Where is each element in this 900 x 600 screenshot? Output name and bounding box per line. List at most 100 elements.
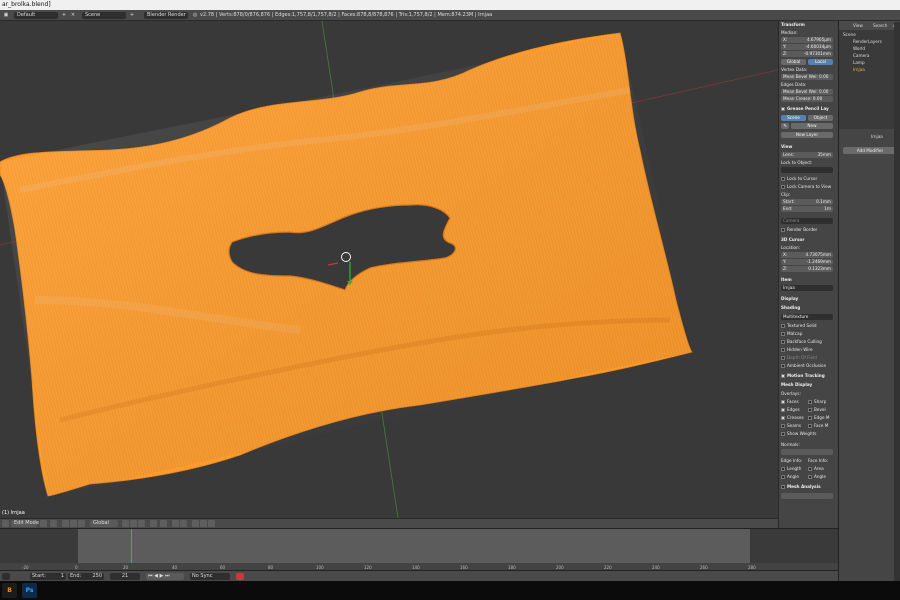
manipulator-toggle-icon[interactable]	[62, 520, 69, 527]
editor-type-icon[interactable]	[2, 520, 9, 527]
outliner-item-scene[interactable]: Scene	[843, 32, 856, 38]
mesh-analysis-type[interactable]	[781, 493, 833, 499]
add-scene-icon[interactable]: +	[128, 12, 136, 19]
start-frame-field[interactable]: Start: 1	[30, 573, 66, 580]
close-screen-icon[interactable]: ×	[69, 12, 77, 19]
sharp-checkbox[interactable]: Sharp	[808, 399, 833, 405]
median-z-field[interactable]: Z: -0.97301mm	[781, 51, 833, 57]
display-header[interactable]: Display	[781, 296, 833, 302]
face-m-checkbox[interactable]: Face M	[808, 423, 833, 429]
transform-header[interactable]: Transform	[781, 22, 833, 28]
opengl-render-icon[interactable]	[200, 520, 207, 527]
photoshop-task-icon[interactable]: Ps	[22, 583, 37, 598]
bevel-checkbox[interactable]: Bevel	[808, 407, 833, 413]
clip-end-field[interactable]: End: 1m	[781, 206, 833, 212]
edge-select-icon[interactable]	[130, 520, 137, 527]
grease-pencil-checkbox[interactable]	[781, 107, 785, 111]
screen-layout-select[interactable]: Default	[14, 12, 58, 19]
render-border-checkbox[interactable]: Render Border	[781, 227, 833, 233]
edges-checkbox[interactable]: Edges	[781, 407, 806, 413]
mesh-display-header[interactable]: Mesh Display	[781, 382, 833, 388]
matcap-checkbox[interactable]: Matcap	[781, 331, 833, 337]
pencil-icon[interactable]: ✎	[781, 123, 789, 129]
faces-checkbox[interactable]: Faces	[781, 399, 806, 405]
ambient-occlusion-checkbox[interactable]: Ambient Occlusion	[781, 363, 833, 369]
rotate-icon[interactable]	[78, 520, 85, 527]
scene-button[interactable]: Scene	[781, 115, 806, 121]
dof-checkbox[interactable]: Depth Of Field	[781, 355, 833, 361]
angle-checkbox[interactable]: Angle	[781, 474, 806, 480]
view-header[interactable]: View	[781, 144, 833, 150]
outliner-item-object[interactable]: Irnjaa	[853, 67, 865, 73]
motion-tracking-header[interactable]: Motion Tracking	[781, 373, 833, 379]
sync-select[interactable]: No Sync	[190, 573, 230, 580]
snap-element-icon[interactable]	[180, 520, 187, 527]
item-name-field[interactable]: Irnjaa	[781, 285, 833, 291]
cursor-x-field[interactable]: X: 4.73075mm	[781, 252, 833, 258]
record-icon[interactable]	[236, 573, 244, 580]
outliner-item-renderlayers[interactable]: RenderLayers	[853, 39, 882, 45]
median-y-field[interactable]: Y: -4.60034μm	[781, 44, 833, 50]
add-screen-icon[interactable]: +	[60, 12, 68, 19]
cursor-z-field[interactable]: Z: 0.1323mm	[781, 266, 833, 272]
info-editor-icon[interactable]: ▣	[2, 12, 10, 19]
blender-task-icon[interactable]: B	[2, 583, 17, 598]
show-weights-checkbox[interactable]: Show Weights	[781, 431, 833, 437]
shading-mode-select[interactable]: Multitexture	[781, 314, 833, 320]
outliner-item-world[interactable]: World	[853, 46, 865, 52]
outliner-view-menu[interactable]: View	[853, 23, 863, 29]
item-header[interactable]: Item	[781, 277, 833, 283]
mesh-analysis-header[interactable]: Mesh Analysis	[781, 484, 833, 490]
new-button[interactable]: New	[791, 123, 833, 129]
opengl-animation-icon[interactable]	[208, 520, 215, 527]
textured-solid-checkbox[interactable]: Textured Solid	[781, 323, 833, 329]
local-button[interactable]: Local	[808, 59, 833, 65]
seams-checkbox[interactable]: Seams	[781, 423, 806, 429]
timeline-editor-icon[interactable]	[2, 573, 10, 580]
layer-icon[interactable]	[150, 520, 157, 527]
3d-viewport[interactable]: (1) Irnjaa	[0, 21, 778, 518]
outliner-item-lamp[interactable]: Lamp	[853, 60, 865, 66]
render-engine-select[interactable]: Blender Render	[144, 12, 188, 19]
lock-to-cursor-checkbox[interactable]: Lock to Cursor	[781, 176, 833, 182]
cursor-y-field[interactable]: Y: -1.2469mm	[781, 259, 833, 265]
edge-bevel-weight-field[interactable]: Mean Bevel Wei: 0.00	[781, 89, 833, 95]
median-x-field[interactable]: X: 4.67905μm	[781, 37, 833, 43]
lens-field[interactable]: Lens: 35mm	[781, 152, 833, 158]
orientation-select[interactable]: Global	[90, 520, 118, 527]
translate-icon[interactable]	[70, 520, 77, 527]
end-frame-field[interactable]: End: 250	[68, 573, 104, 580]
shading-header[interactable]: Shading	[781, 305, 833, 311]
vertex-bevel-weight-field[interactable]: Mean Bevel Wei: 0.00	[781, 74, 833, 80]
face-select-icon[interactable]	[138, 520, 145, 527]
outliner-scrollbar[interactable]	[894, 22, 900, 581]
3d-cursor-header[interactable]: 3D Cursor	[781, 237, 833, 243]
lock-object-field[interactable]	[781, 167, 833, 173]
mean-crease-field[interactable]: Mean Crease: 0.00	[781, 96, 833, 102]
clip-start-field[interactable]: Start: 0.1mm	[781, 199, 833, 205]
outliner-item-camera[interactable]: Camera	[853, 53, 869, 59]
normals-buttons[interactable]	[781, 449, 833, 455]
mode-select[interactable]: Edit Mode	[11, 520, 39, 527]
edge-m-checkbox[interactable]: Edge M	[808, 415, 833, 421]
properties-tabs[interactable]	[839, 119, 900, 129]
viewport-shading-icon[interactable]	[40, 520, 47, 527]
area-checkbox[interactable]: Area	[808, 466, 833, 472]
face-angle-checkbox[interactable]: Angle	[808, 474, 833, 480]
grease-pencil-header[interactable]: Grease Pencil Lay	[781, 106, 833, 112]
backface-culling-checkbox[interactable]: Backface Culling	[781, 339, 833, 345]
outliner-search-menu[interactable]: Search	[873, 23, 887, 29]
new-layer-button[interactable]: New Layer	[781, 132, 833, 138]
local-camera-field[interactable]: Camera	[781, 218, 833, 224]
timeline-editor[interactable]: -20 0 20 40 60 80 100 120 140 160 180 20…	[0, 528, 838, 571]
snap-icon[interactable]	[172, 520, 179, 527]
add-modifier-button[interactable]: Add Modifier	[843, 147, 897, 154]
hidden-wire-checkbox[interactable]: Hidden Wire	[781, 347, 833, 353]
vertex-select-icon[interactable]	[122, 520, 129, 527]
current-frame-field[interactable]: 21	[110, 573, 140, 580]
lock-camera-checkbox[interactable]: Lock Camera to View	[781, 184, 833, 190]
creases-checkbox[interactable]: Creases	[781, 415, 806, 421]
global-button[interactable]: Global	[781, 59, 806, 65]
render-preview-icon[interactable]	[192, 520, 199, 527]
scene-select[interactable]: Scene	[82, 12, 126, 19]
